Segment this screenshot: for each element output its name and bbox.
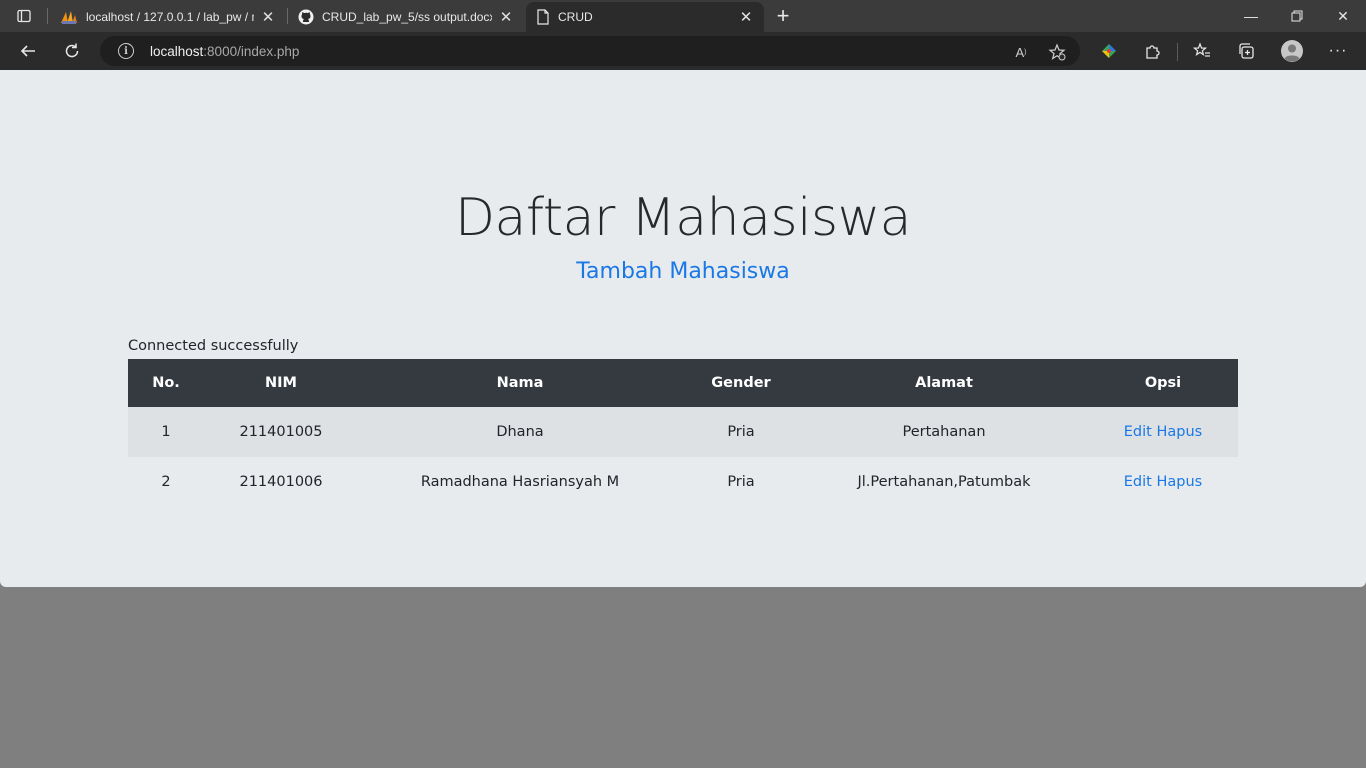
tab-github[interactable]: CRUD_lab_pw_5/ss output.docx a ✕: [288, 2, 524, 32]
header-alamat: Alamat: [915, 375, 973, 391]
extensions-button[interactable]: [1137, 35, 1169, 67]
restore-button[interactable]: [1274, 0, 1320, 32]
cell-no: 2: [161, 474, 171, 490]
tab-crud-active[interactable]: CRUD ✕: [526, 2, 764, 32]
favorites-list-icon: [1193, 42, 1210, 57]
cell-opsi: Edit Hapus: [1088, 457, 1238, 507]
cell-nim: 211401005: [239, 424, 323, 440]
back-arrow-icon: [20, 45, 35, 57]
header-no: No.: [152, 375, 180, 391]
address-bar[interactable]: i localhost:8000/index.php A): [100, 36, 1080, 66]
page-icon: [537, 9, 549, 25]
header-nim: NIM: [265, 375, 297, 391]
student-table: No. NIM Nama Gender Alamat Opsi 1 211401…: [128, 359, 1238, 507]
close-icon: ✕: [1337, 7, 1349, 24]
avatar-icon: [1281, 40, 1303, 62]
profile-button[interactable]: [1276, 35, 1308, 67]
restore-icon: [1291, 10, 1303, 22]
tab-phpmyadmin[interactable]: localhost / 127.0.0.1 / lab_pw / m ✕: [50, 2, 286, 32]
reload-icon: [65, 43, 79, 58]
close-window-button[interactable]: ✕: [1320, 0, 1366, 32]
browser-toolbar: i localhost:8000/index.php A) ···: [0, 32, 1366, 70]
tab-actions-icon: [17, 9, 31, 23]
tab-strip: localhost / 127.0.0.1 / lab_pw / m ✕ CRU…: [0, 0, 1366, 32]
favorites-button[interactable]: [1186, 35, 1218, 67]
close-tab-icon[interactable]: ✕: [260, 9, 276, 26]
back-button[interactable]: [12, 35, 44, 67]
phpmyadmin-icon: [61, 11, 77, 24]
reload-button[interactable]: [56, 35, 88, 67]
close-tab-icon[interactable]: ✕: [498, 9, 514, 26]
cell-no: 1: [161, 424, 171, 440]
tab-title: CRUD: [558, 10, 593, 24]
collections-icon: [1239, 43, 1254, 59]
page-title: Daftar Mahasiswa: [454, 188, 912, 248]
github-icon: [298, 9, 314, 25]
cell-alamat: Jl.Pertahanan,Patumbak: [857, 474, 1031, 490]
url-text[interactable]: localhost:8000/index.php: [150, 44, 299, 59]
extension-button[interactable]: [1093, 35, 1125, 67]
header-opsi: Opsi: [1144, 375, 1182, 391]
table-row: 1 211401005 Dhana Pria Pertahanan Edit H…: [128, 407, 1238, 457]
favorite-star-icon[interactable]: [1048, 43, 1066, 61]
collections-button[interactable]: [1230, 35, 1262, 67]
cell-opsi: Edit Hapus: [1088, 407, 1238, 457]
header-nama: Nama: [496, 375, 544, 391]
extension-colorful-icon: [1102, 44, 1116, 58]
tab-title: CRUD_lab_pw_5/ss output.docx a: [322, 10, 492, 24]
cell-nama: Dhana: [496, 424, 544, 440]
table-header-row: No. NIM Nama Gender Alamat Opsi: [128, 359, 1238, 407]
new-tab-button[interactable]: +: [770, 3, 796, 29]
settings-more-button[interactable]: ···: [1322, 35, 1354, 67]
tab-actions-button[interactable]: [0, 0, 48, 32]
cell-gender: Pria: [727, 424, 755, 440]
more-dots-icon: ···: [1328, 42, 1348, 59]
site-info-icon[interactable]: i: [118, 43, 134, 59]
minimize-button[interactable]: —: [1228, 0, 1274, 32]
read-aloud-icon[interactable]: A): [1012, 43, 1030, 61]
page-viewport: Daftar Mahasiswa Tambah Mahasiswa Connec…: [0, 70, 1366, 587]
cell-nama: Ramadhana Hasriansyah M: [420, 474, 620, 490]
table-row: 2 211401006 Ramadhana Hasriansyah M Pria…: [128, 457, 1238, 507]
delete-link[interactable]: Hapus: [1156, 424, 1202, 440]
edit-link[interactable]: Edit: [1124, 474, 1152, 490]
delete-link[interactable]: Hapus: [1156, 474, 1202, 490]
add-student-link[interactable]: Tambah Mahasiswa: [0, 259, 1366, 284]
cell-gender: Pria: [727, 474, 755, 490]
cell-alamat: Pertahanan: [902, 424, 986, 440]
connection-status: Connected successfully: [128, 338, 299, 354]
header-gender: Gender: [711, 375, 771, 391]
minimize-icon: —: [1244, 8, 1258, 24]
close-tab-icon[interactable]: ✕: [738, 9, 754, 26]
cell-nim: 211401006: [239, 474, 323, 490]
puzzle-icon: [1146, 45, 1160, 59]
plus-icon: +: [776, 3, 790, 28]
tab-title: localhost / 127.0.0.1 / lab_pw / m: [86, 10, 254, 24]
edit-link[interactable]: Edit: [1124, 424, 1152, 440]
